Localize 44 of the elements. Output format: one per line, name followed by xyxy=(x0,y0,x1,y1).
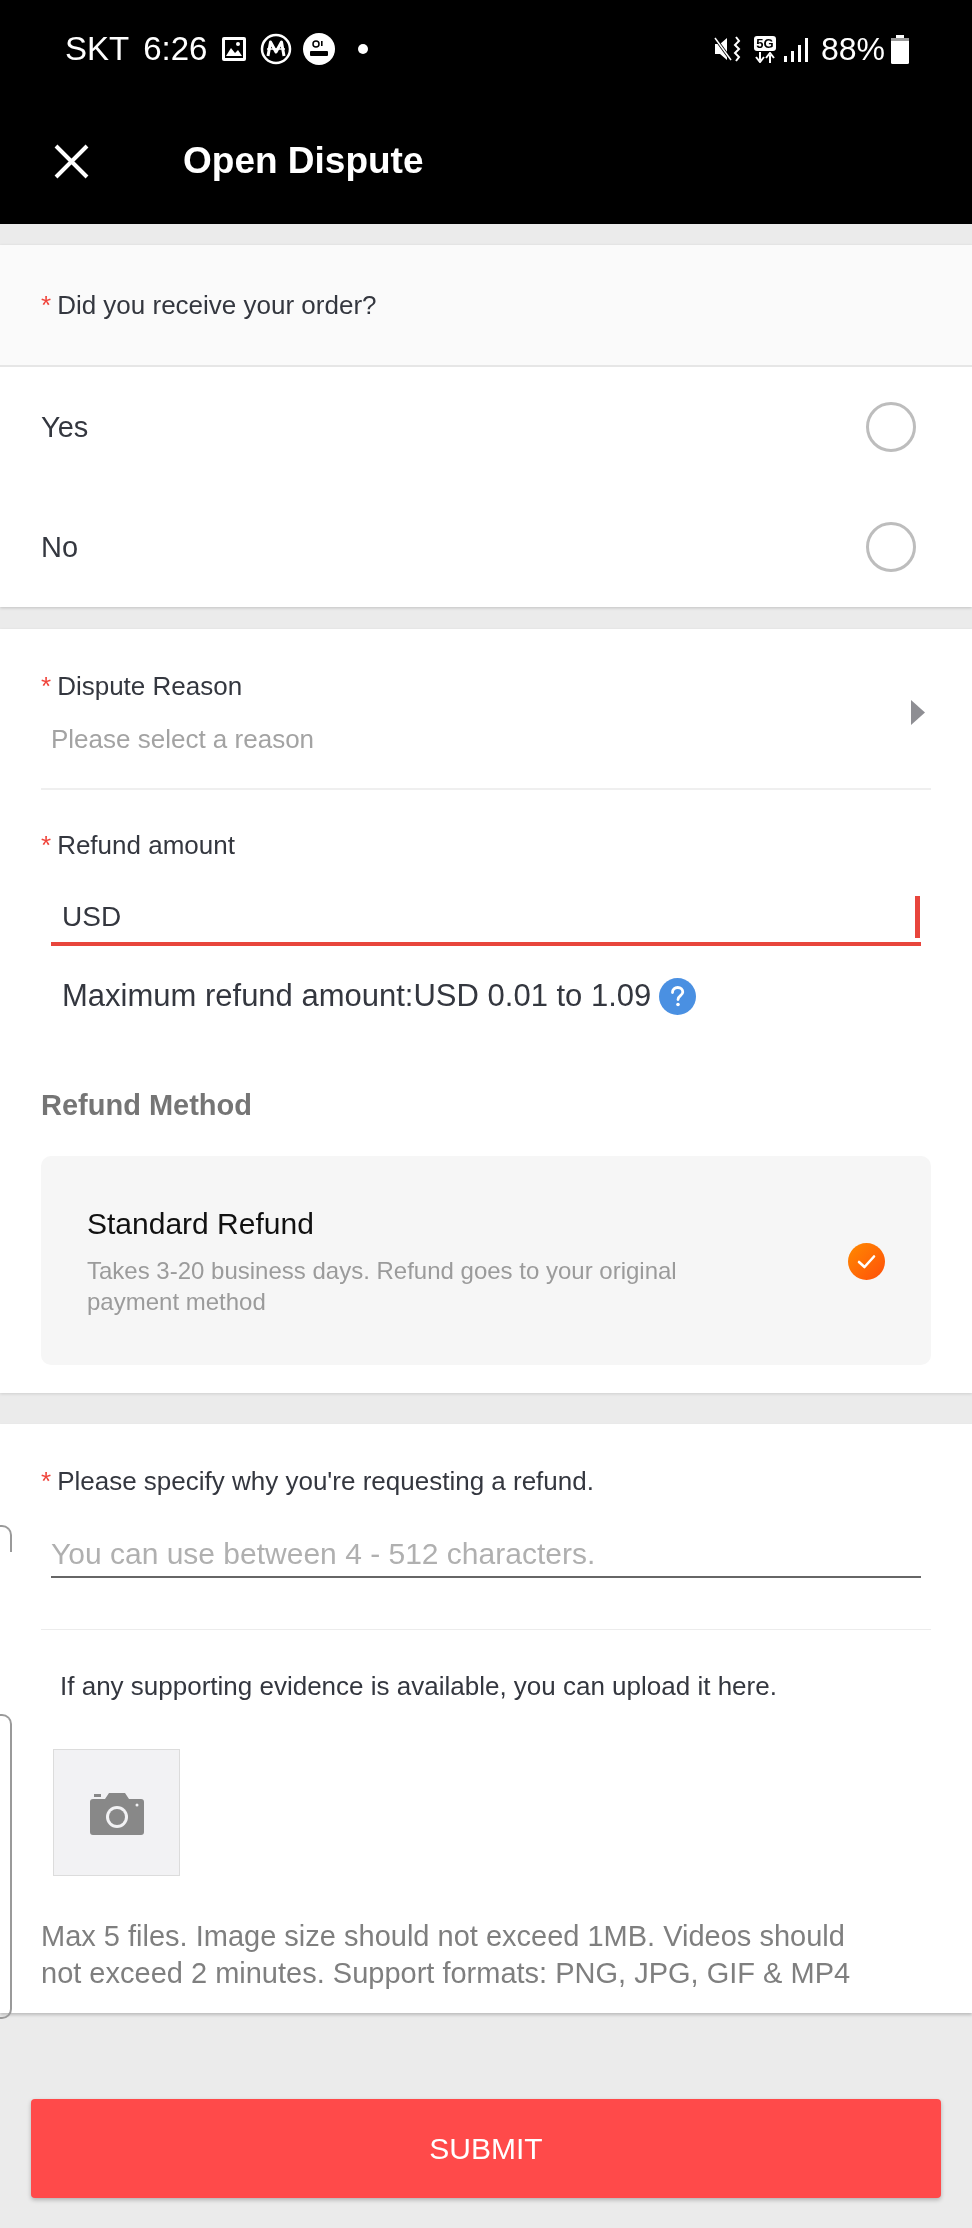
data-arrows-icon xyxy=(753,51,776,63)
field-label: Please specify why you're requesting a refund. xyxy=(57,1465,594,1498)
field-label: Did you receive your order? xyxy=(57,289,377,322)
check-icon[interactable] xyxy=(848,1242,885,1280)
battery-icon xyxy=(891,34,909,64)
battery-percent: 88% xyxy=(820,30,885,69)
network-type-badge: 5G xyxy=(754,35,776,51)
circle-logo-icon xyxy=(260,33,293,65)
carrier-name: SKT xyxy=(65,29,130,69)
radio-button[interactable] xyxy=(866,522,916,572)
muted-speaker-icon xyxy=(712,35,742,63)
signal-icon xyxy=(783,36,809,62)
required-asterisk: * xyxy=(41,829,52,862)
section-heading: Refund Method xyxy=(41,1088,253,1123)
radio-button[interactable] xyxy=(866,402,916,452)
edge-handle[interactable] xyxy=(0,1714,12,2019)
required-asterisk: * xyxy=(41,1465,52,1498)
upload-requirements: Max 5 files. Image size should not exceed 1MB. Videos should not exceed 2 minutes. Support formats: PNG, JPG, GIF & MP4 xyxy=(41,1919,852,1991)
reason-input[interactable]: You can use between 4 - 512 characters. xyxy=(51,1532,921,1578)
screen-title: Open Dispute xyxy=(183,139,424,183)
field-label: Dispute Reason xyxy=(57,670,243,703)
required-asterisk: * xyxy=(41,670,52,703)
evidence-prompt: If any supporting evidence is available, you can upload it here. xyxy=(60,1670,778,1703)
field-label: Refund amount xyxy=(57,829,235,862)
option-label[interactable]: No xyxy=(41,529,79,565)
amount-input[interactable]: USD xyxy=(51,891,921,946)
help-icon[interactable] xyxy=(659,977,697,1015)
refund-method-option[interactable]: Standard Refund Takes 3-20 business days. Refund goes to your original payment method xyxy=(41,1156,931,1365)
method-description: Takes 3-20 business days. Refund goes to your original payment method xyxy=(87,1256,678,1317)
camera-icon xyxy=(88,1790,145,1835)
text-cursor xyxy=(915,895,920,938)
picture-icon xyxy=(221,36,248,62)
clock-time: 6:26 xyxy=(143,29,208,69)
close-icon xyxy=(54,143,89,179)
required-asterisk: * xyxy=(41,289,52,322)
caret-right-icon[interactable] xyxy=(911,700,925,725)
app-badge-icon xyxy=(303,33,336,65)
refund-limit-hint: Maximum refund amount:USD 0.01 to 1.09 xyxy=(62,977,652,1015)
upload-photo-button[interactable] xyxy=(53,1749,180,1876)
method-name: Standard Refund xyxy=(87,1206,315,1242)
currency-label: USD xyxy=(62,899,122,934)
edge-handle[interactable] xyxy=(0,1525,12,1552)
notification-dot-icon xyxy=(358,44,369,54)
option-label[interactable]: Yes xyxy=(41,409,89,445)
